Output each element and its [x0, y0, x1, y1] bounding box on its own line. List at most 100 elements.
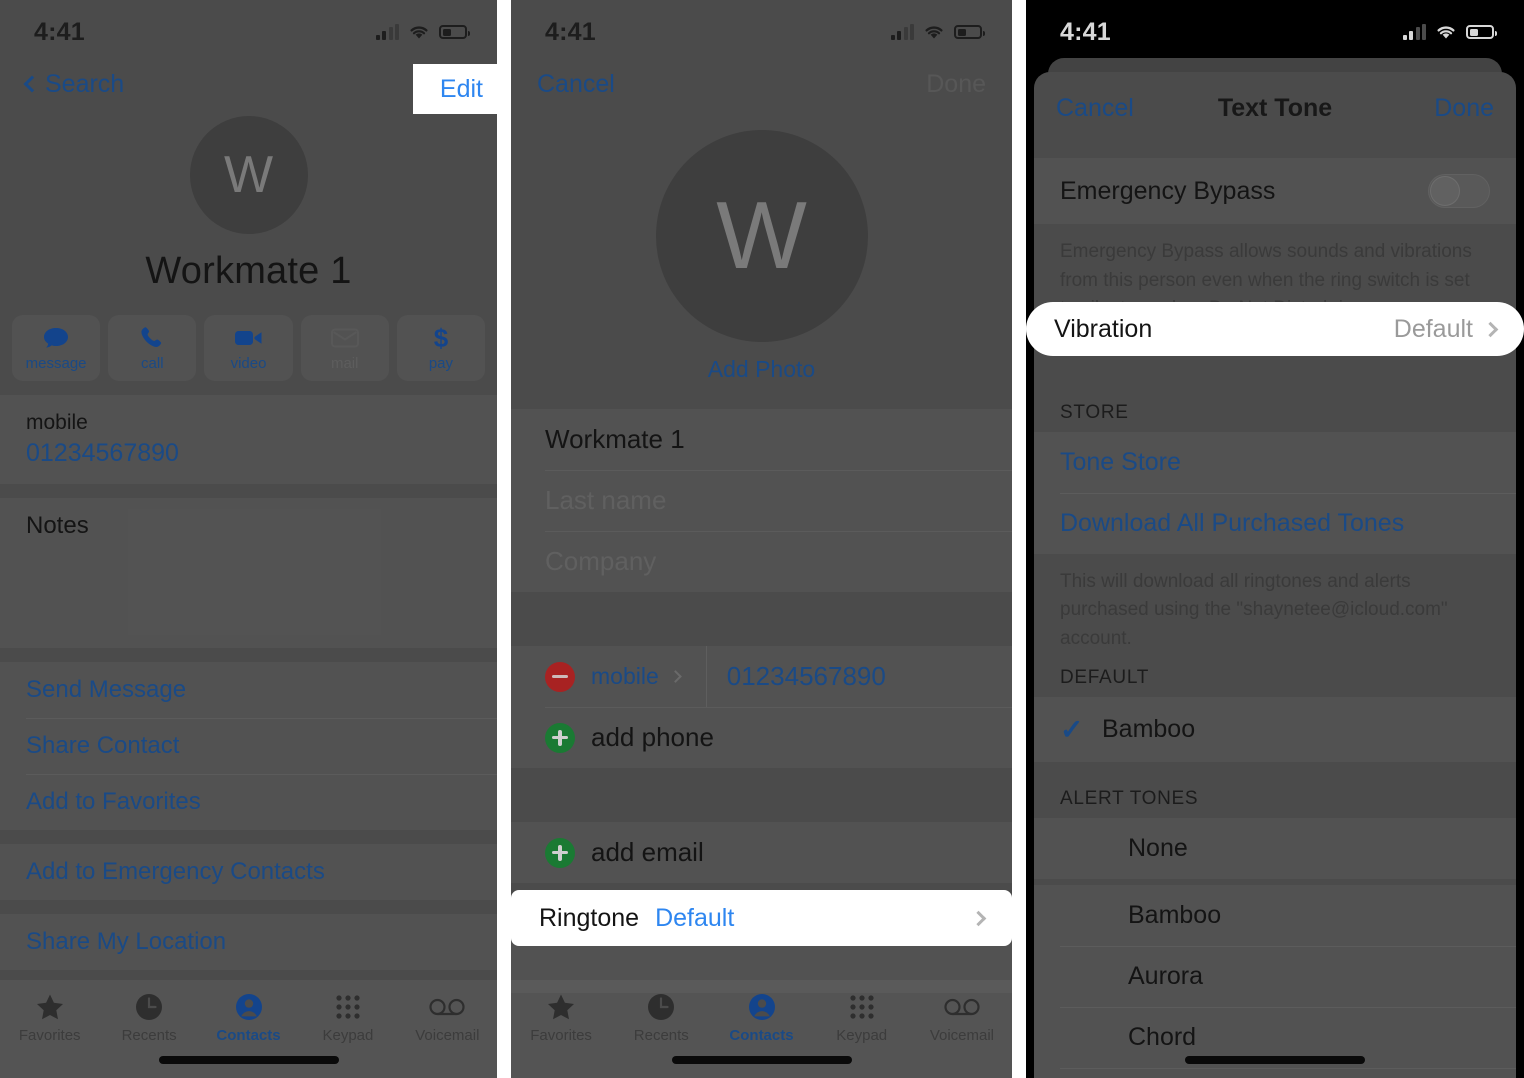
cancel-label: Cancel [1056, 93, 1134, 122]
phone-label: mobile [591, 663, 659, 689]
highlight-ringtone-row[interactable]: Ringtone Default [511, 890, 1012, 946]
action-label: message [25, 354, 87, 372]
highlight-edit-button[interactable]: Edit [413, 64, 505, 114]
tab-voicemail[interactable]: Voicemail [398, 992, 497, 1044]
tone-store-row[interactable]: Tone Store [1034, 431, 1516, 493]
person-circle-icon [235, 992, 263, 1022]
phone-row[interactable]: mobile 01234567890 [0, 395, 497, 484]
tab-label: Recents [633, 1027, 689, 1044]
tab-bar: Favorites Recents Contacts Keypad Voicem… [0, 980, 497, 1078]
nav-bar: Cancel Done [511, 56, 1012, 112]
emergency-bypass-row[interactable]: Emergency Bypass [1034, 158, 1516, 224]
text-tone-sheet: Cancel Text Tone Done Emergency Bypass E… [1034, 72, 1516, 1078]
tab-recents[interactable]: Recents [611, 992, 711, 1044]
done-button[interactable]: Done [1434, 94, 1494, 123]
alert-tone-row[interactable]: Aurora [1034, 946, 1516, 1007]
vibration-value: Default [1393, 314, 1473, 343]
phone-group: mobile 01234567890 [0, 395, 497, 484]
notes-row[interactable]: Notes [0, 498, 497, 648]
add-phone-row[interactable]: add phone [511, 707, 1012, 768]
wifi-icon [1435, 24, 1457, 40]
remove-field-icon[interactable] [545, 661, 575, 692]
highlight-vibration-row[interactable]: Vibration Default [1026, 302, 1524, 356]
tab-label: Contacts [216, 1027, 281, 1044]
row-label: Add to Favorites [26, 788, 201, 815]
add-to-emergency-contacts-button[interactable]: Add to Emergency Contacts [0, 844, 497, 900]
tab-keypad[interactable]: Keypad [812, 992, 912, 1044]
tab-contacts[interactable]: Contacts [199, 992, 298, 1044]
avatar[interactable]: W [189, 116, 308, 234]
default-tone-row[interactable]: ✓ Bamboo [1034, 697, 1516, 762]
tab-label: Voicemail [929, 1027, 995, 1044]
tab-favorites[interactable]: Favorites [511, 992, 611, 1044]
action-call[interactable]: call [108, 315, 197, 381]
alert-tone-row[interactable]: None [1034, 818, 1516, 879]
add-email-row[interactable]: add email [511, 822, 1012, 883]
row-label: Share My Location [26, 928, 227, 955]
tab-voicemail[interactable]: Voicemail [912, 992, 1012, 1044]
action-label: mail [330, 354, 359, 372]
phone-handset-icon [139, 325, 165, 351]
cancel-button[interactable]: Cancel [537, 70, 615, 99]
add-field-icon[interactable] [545, 722, 575, 753]
action-pay[interactable]: $ pay [396, 315, 486, 381]
send-message-button[interactable]: Send Message [0, 662, 497, 718]
tab-label: Recents [121, 1027, 177, 1044]
status-icons [375, 24, 470, 40]
quick-actions: message call video mail $ pay [0, 315, 497, 381]
tab-label: Contacts [729, 1027, 794, 1044]
action-message[interactable]: message [12, 315, 101, 381]
video-camera-icon [234, 325, 264, 351]
row-label: Aurora [1128, 962, 1204, 990]
phone-label: mobile [26, 411, 88, 434]
back-button[interactable]: Search [23, 70, 124, 99]
tab-favorites[interactable]: Favorites [0, 992, 99, 1044]
done-label: Done [926, 69, 986, 98]
status-bar: 4:41 [0, 0, 497, 56]
last-name-placeholder: Last name [545, 485, 667, 515]
panel-text-tone: 4:41 Cancel Text Tone Done Emergency Byp… [1026, 0, 1524, 1078]
avatar-initial: W [716, 182, 807, 289]
ringtone-key: Ringtone [539, 903, 640, 932]
add-email-label: add email [591, 837, 704, 867]
home-indicator [671, 1056, 852, 1064]
add-to-favorites-button[interactable]: Add to Favorites [0, 774, 497, 830]
action-label: call [141, 354, 164, 372]
done-button[interactable]: Done [926, 70, 986, 99]
star-icon [546, 992, 576, 1022]
mail-envelope-icon [330, 325, 359, 351]
default-section-header: DEFAULT [1060, 667, 1150, 688]
name-fields-group: Workmate 1 Last name Company [511, 409, 1012, 592]
action-video[interactable]: video [204, 315, 293, 381]
keypad-grid-icon [848, 992, 876, 1022]
share-my-location-button[interactable]: Share My Location [0, 914, 497, 970]
alert-tone-row[interactable]: Bamboo [1034, 885, 1516, 946]
store-footer: This will download all ringtones and ale… [1060, 570, 1448, 649]
phone-number[interactable]: 01234567890 [26, 439, 179, 468]
sheet-nav-bar: Cancel Text Tone Done [1034, 72, 1516, 144]
tab-contacts[interactable]: Contacts [711, 992, 811, 1044]
phone-entry-row[interactable]: mobile 01234567890 [511, 646, 1012, 707]
add-photo-button[interactable]: Add Photo [511, 356, 1012, 383]
phone-number-value[interactable]: 01234567890 [727, 661, 886, 692]
last-name-field[interactable]: Last name [511, 470, 1012, 531]
company-field[interactable]: Company [511, 531, 1012, 592]
tab-keypad[interactable]: Keypad [298, 992, 397, 1044]
download-all-purchased-tones-row[interactable]: Download All Purchased Tones [1034, 492, 1516, 554]
tab-bar: Favorites Recents Contacts Keypad Voicem… [511, 980, 1012, 1078]
alert-tone-row[interactable]: Circles [1034, 1068, 1516, 1078]
tab-recents[interactable]: Recents [99, 992, 198, 1044]
cancel-button[interactable]: Cancel [1056, 94, 1134, 123]
clock-icon [647, 992, 675, 1022]
status-icons [890, 24, 985, 40]
share-contact-button[interactable]: Share Contact [0, 718, 497, 774]
emergency-bypass-toggle[interactable] [1428, 174, 1490, 208]
status-bar: 4:41 [511, 0, 1012, 56]
avatar[interactable]: W [655, 130, 868, 342]
first-name-field[interactable]: Workmate 1 [511, 409, 1012, 470]
dollar-sign-icon: $ [432, 324, 450, 352]
tab-label: Keypad [836, 1027, 888, 1044]
add-field-icon[interactable] [545, 837, 575, 868]
message-bubble-icon [42, 325, 70, 351]
